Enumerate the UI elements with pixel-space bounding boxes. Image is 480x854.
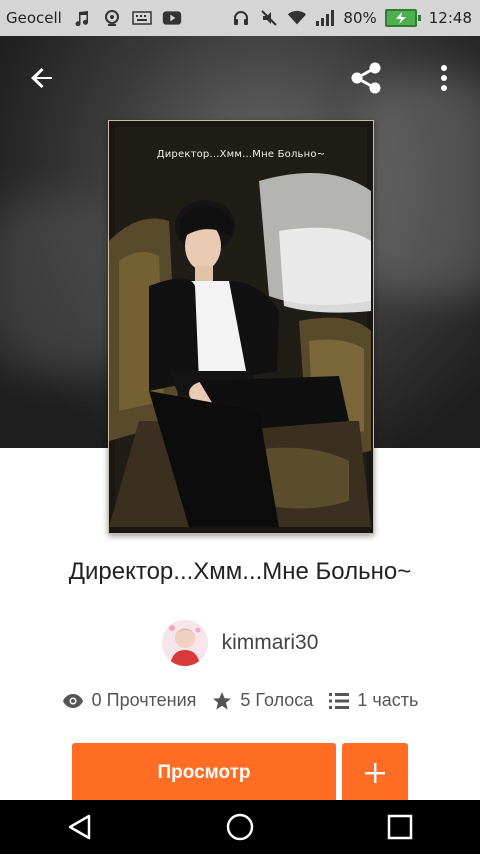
cover-title-text: Директор...Хмм...Мне Больно~ — [156, 149, 326, 160]
share-icon — [351, 62, 381, 94]
parts-count: 1 часть — [357, 690, 419, 710]
status-bar: Geocell 80% 12:48 — [0, 0, 480, 36]
votes-count: 5 Голоса — [240, 690, 314, 710]
carrier-label: Geocell — [6, 9, 62, 27]
wifi-icon — [287, 8, 307, 28]
star-icon — [213, 691, 232, 710]
top-toolbar — [0, 36, 480, 120]
parts-stat: 1 часть — [329, 690, 418, 711]
clock: 12:48 — [428, 9, 472, 27]
nav-recents-button[interactable] — [370, 800, 430, 854]
signal-icon — [315, 8, 335, 28]
story-stats: 0 Прочтения 5 Голоса 1 часть — [0, 690, 480, 711]
cover-photo — [109, 121, 373, 533]
share-button[interactable] — [346, 58, 386, 98]
triangle-back-icon — [68, 814, 91, 840]
back-button[interactable] — [22, 58, 62, 98]
author-name[interactable]: kimmari30 — [222, 631, 319, 655]
arrow-left-icon — [31, 68, 52, 88]
circle-home-icon — [226, 813, 254, 841]
more-vertical-icon — [441, 65, 447, 91]
story-title: Директор...Хмм...Мне Больно~ — [68, 558, 412, 585]
mute-icon — [259, 8, 279, 28]
plus-icon — [365, 763, 385, 783]
reads-stat: 0 Прочтения — [62, 690, 197, 711]
more-options-button[interactable] — [424, 58, 464, 98]
nav-back-button[interactable] — [50, 800, 110, 854]
keyboard-icon — [132, 8, 152, 28]
author-row[interactable]: kimmari30 — [0, 620, 480, 666]
headphones-icon — [231, 8, 251, 28]
square-recents-icon — [387, 814, 413, 840]
youtube-icon — [162, 8, 182, 28]
system-nav-bar — [0, 800, 480, 854]
battery-percent: 80% — [343, 9, 377, 27]
list-icon — [329, 692, 350, 709]
votes-stat: 5 Голоса — [212, 690, 313, 711]
nav-home-button[interactable] — [210, 800, 270, 854]
story-cover[interactable]: Директор...Хмм...Мне Больно~ — [108, 120, 374, 534]
avatar[interactable] — [161, 620, 208, 666]
eye-icon — [62, 693, 83, 708]
music-note-icon — [72, 8, 92, 28]
read-button[interactable]: Просмотр — [72, 743, 336, 803]
location-icon — [102, 8, 122, 28]
add-to-library-button[interactable] — [342, 743, 408, 803]
battery-icon — [384, 9, 421, 27]
reads-count: 0 Прочтения — [91, 690, 197, 710]
